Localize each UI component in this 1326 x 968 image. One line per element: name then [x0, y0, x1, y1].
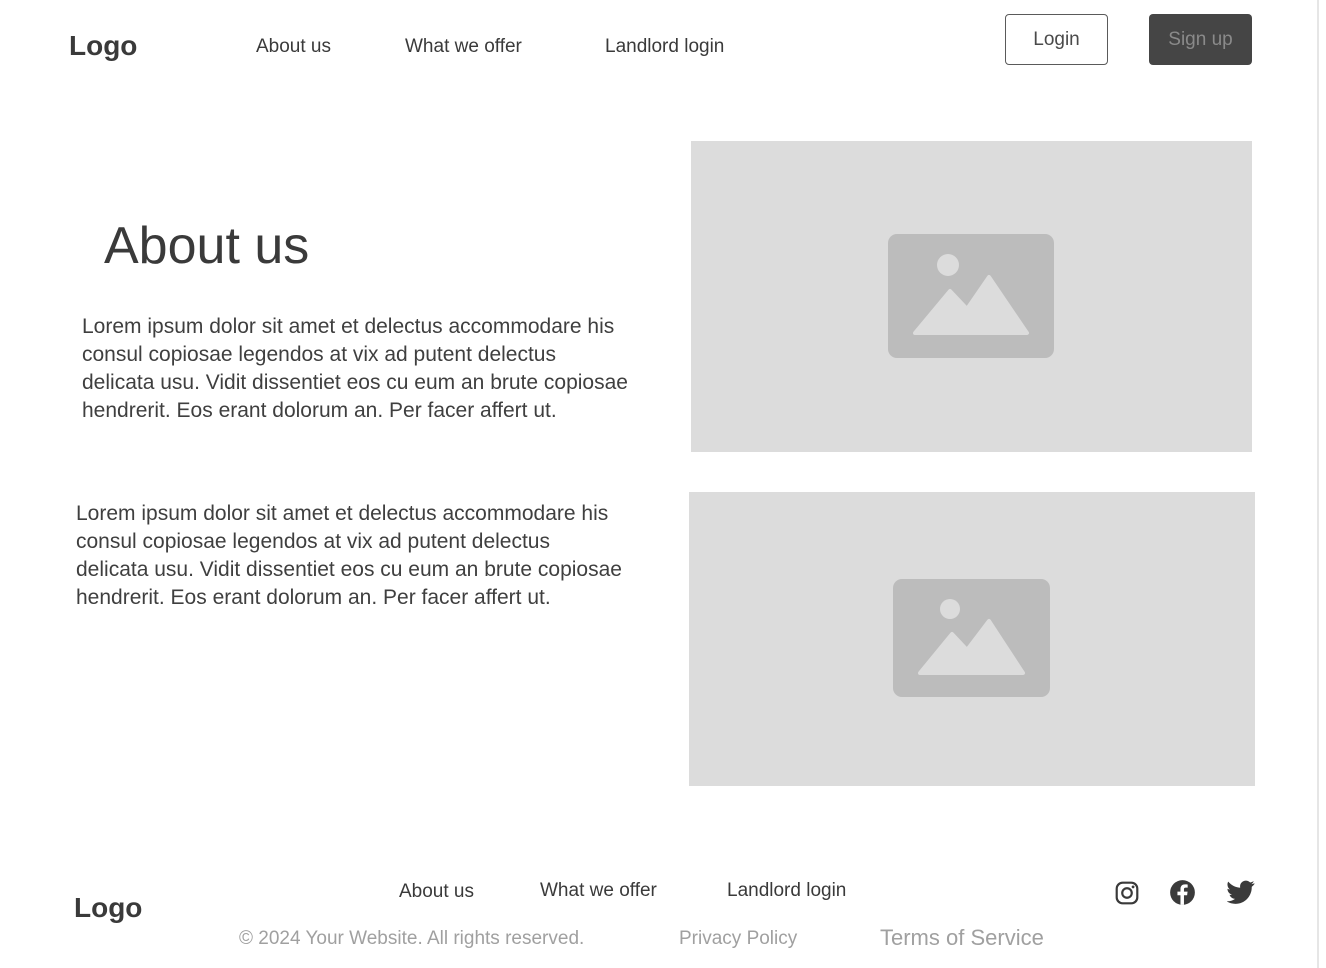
- nav-link-about-us[interactable]: About us: [256, 36, 331, 58]
- privacy-policy-link[interactable]: Privacy Policy: [679, 928, 797, 950]
- footer-link-about-us[interactable]: About us: [399, 881, 474, 903]
- page-edge-divider: [1317, 0, 1319, 968]
- nav-link-what-we-offer[interactable]: What we offer: [405, 36, 522, 58]
- image-placeholder-icon: [893, 579, 1050, 697]
- page-title: About us: [104, 217, 310, 275]
- about-paragraph-1: Lorem ipsum dolor sit amet et delectus a…: [82, 315, 628, 422]
- twitter-icon[interactable]: [1227, 880, 1255, 906]
- header-logo[interactable]: Logo: [69, 30, 137, 62]
- terms-of-service-link[interactable]: Terms of Service: [880, 925, 1044, 951]
- image-placeholder-icon: [888, 234, 1054, 358]
- facebook-icon[interactable]: [1169, 879, 1196, 906]
- copyright-text: © 2024 Your Website. All rights reserved…: [239, 928, 585, 949]
- footer-logo[interactable]: Logo: [74, 892, 142, 924]
- about-paragraph-2: Lorem ipsum dolor sit amet et delectus a…: [76, 502, 622, 609]
- nav-link-landlord-login[interactable]: Landlord login: [605, 36, 724, 58]
- image-placeholder-1: [691, 141, 1252, 452]
- signup-button[interactable]: Sign up: [1149, 14, 1252, 65]
- instagram-icon[interactable]: [1114, 880, 1140, 906]
- footer-link-what-we-offer[interactable]: What we offer: [540, 880, 657, 902]
- image-placeholder-2: [689, 492, 1255, 786]
- footer-link-landlord-login[interactable]: Landlord login: [727, 880, 846, 902]
- login-button[interactable]: Login: [1005, 14, 1108, 65]
